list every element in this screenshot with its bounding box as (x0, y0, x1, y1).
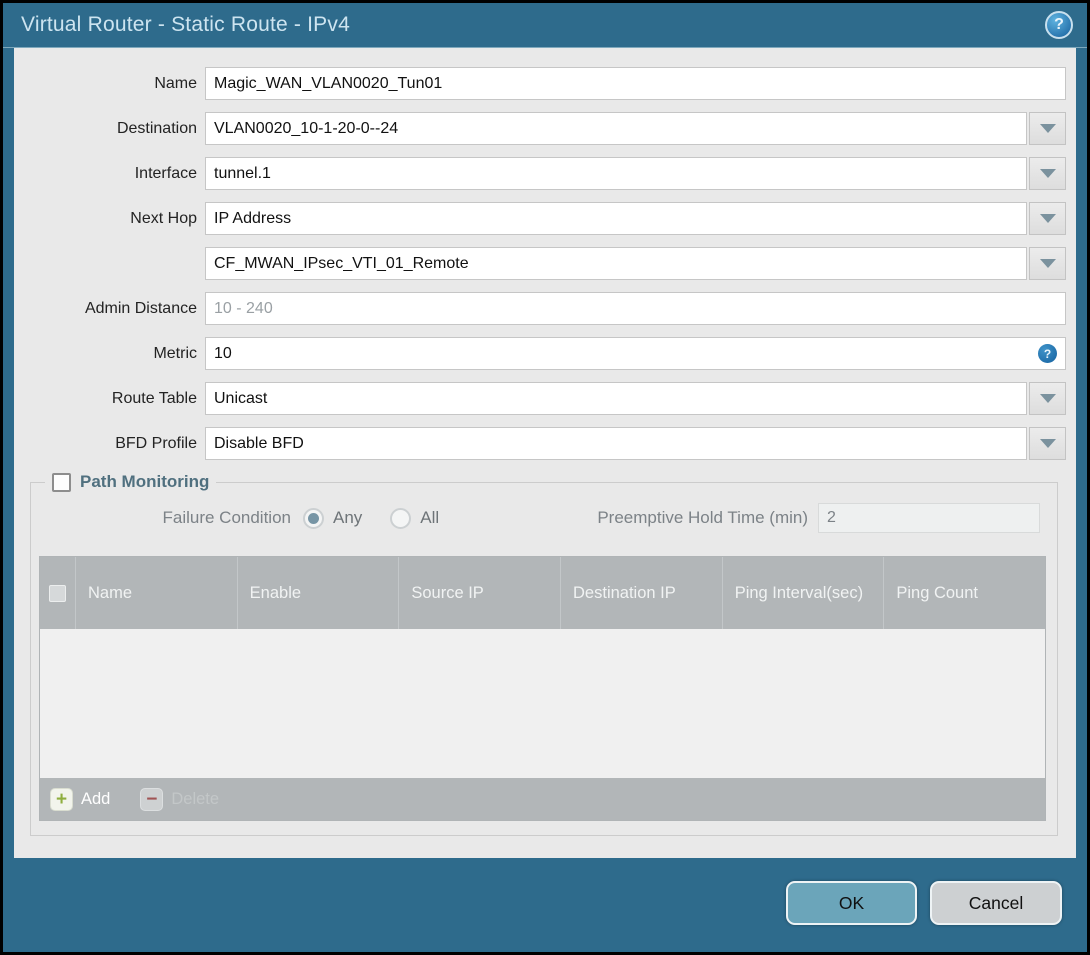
minus-icon: − (140, 787, 164, 811)
column-header-destination-ip: Destination IP (560, 557, 722, 629)
path-monitoring-checkbox[interactable] (52, 472, 71, 492)
next-hop-type-input[interactable] (205, 202, 1027, 235)
route-table-label: Route Table (111, 389, 197, 407)
dialog-title: Virtual Router - Static Route - IPv4 (21, 13, 350, 36)
bfd-profile-input[interactable] (205, 427, 1027, 460)
path-monitoring-section: Path Monitoring Failure Condition Any Al… (30, 472, 1058, 836)
table-footer-bar: + Add − Delete (40, 778, 1045, 820)
metric-label: Metric (153, 344, 197, 362)
route-table-field (205, 382, 1066, 415)
delete-button[interactable]: − Delete (140, 787, 220, 811)
column-header-ping-count: Ping Count (883, 557, 1045, 629)
destination-dropdown-button[interactable] (1029, 112, 1066, 145)
add-button-label: Add (81, 789, 111, 808)
cancel-button[interactable]: Cancel (930, 881, 1062, 925)
interface-dropdown-button[interactable] (1029, 157, 1066, 190)
ok-button[interactable]: OK (786, 881, 917, 925)
chevron-down-icon (1039, 259, 1056, 268)
path-monitoring-legend: Path Monitoring (45, 472, 216, 492)
form-row-next-hop-address (14, 247, 1066, 280)
path-monitoring-title: Path Monitoring (80, 472, 210, 491)
admin-distance-field (205, 292, 1066, 325)
table-body-empty (40, 629, 1045, 778)
failure-condition-row: Failure Condition Any All Preemptive Hol… (39, 502, 1046, 534)
form-row-interface: Interface (14, 157, 1066, 190)
route-table-dropdown-button[interactable] (1029, 382, 1066, 415)
path-monitoring-table: Name Enable Source IP Destination IP Pin… (39, 556, 1046, 821)
interface-input[interactable] (205, 157, 1027, 190)
failure-condition-all-option[interactable]: All (390, 507, 440, 529)
column-header-name: Name (75, 557, 237, 629)
next-hop-dropdown-button[interactable] (1029, 202, 1066, 235)
select-all-checkbox[interactable] (49, 584, 66, 602)
next-hop-address-field (205, 247, 1066, 280)
form-row-metric: Metric ? (14, 337, 1066, 370)
route-table-input[interactable] (205, 382, 1027, 415)
radio-all-label: All (420, 508, 440, 527)
screen: Virtual Router - Static Route - IPv4 ? N… (0, 0, 1090, 955)
chevron-down-icon (1039, 124, 1056, 133)
chevron-down-icon (1039, 214, 1056, 223)
radio-any[interactable] (303, 507, 324, 529)
bfd-profile-field (205, 427, 1066, 460)
failure-condition-any-option[interactable]: Any (303, 507, 363, 529)
failure-condition-label: Failure Condition (162, 508, 291, 527)
interface-label: Interface (134, 164, 197, 182)
form-row-route-table: Route Table (14, 382, 1066, 415)
table-header-checkbox-cell (40, 557, 75, 629)
metric-input[interactable] (205, 337, 1066, 370)
next-hop-address-input[interactable] (205, 247, 1027, 280)
chevron-down-icon (1039, 394, 1056, 403)
chevron-down-icon (1039, 169, 1056, 178)
bfd-profile-label: BFD Profile (115, 434, 197, 452)
name-field (205, 67, 1066, 100)
form-row-next-hop: Next Hop (14, 202, 1066, 235)
admin-distance-label: Admin Distance (84, 299, 197, 317)
form-row-name: Name (14, 67, 1066, 100)
radio-all[interactable] (390, 507, 412, 529)
form-row-destination: Destination (14, 112, 1066, 145)
dialog-footer: OK Cancel (786, 881, 1062, 925)
table-header-row: Name Enable Source IP Destination IP Pin… (40, 557, 1045, 629)
destination-label: Destination (116, 119, 197, 137)
form-row-admin-distance: Admin Distance (14, 292, 1066, 325)
next-hop-label: Next Hop (130, 209, 197, 227)
column-header-source-ip: Source IP (398, 557, 560, 629)
radio-any-label: Any (333, 508, 363, 527)
name-label: Name (154, 74, 197, 92)
metric-field: ? (205, 337, 1066, 370)
dialog-content: Name Destination Interface (14, 48, 1076, 858)
help-icon[interactable]: ? (1045, 11, 1073, 39)
next-hop-address-dropdown-button[interactable] (1029, 247, 1066, 280)
preemptive-hold-time-input[interactable] (818, 503, 1040, 533)
destination-field (205, 112, 1066, 145)
info-icon[interactable]: ? (1038, 344, 1057, 363)
chevron-down-icon (1039, 439, 1056, 448)
preemptive-hold-time-label: Preemptive Hold Time (min) (597, 508, 808, 527)
bfd-profile-dropdown-button[interactable] (1029, 427, 1066, 460)
destination-input[interactable] (205, 112, 1027, 145)
name-input[interactable] (205, 67, 1066, 100)
dialog-virtual-router-static-route: Virtual Router - Static Route - IPv4 ? N… (3, 3, 1087, 952)
admin-distance-input[interactable] (205, 292, 1066, 325)
add-button[interactable]: + Add (50, 787, 111, 811)
plus-icon: + (50, 787, 73, 811)
dialog-titlebar: Virtual Router - Static Route - IPv4 ? (3, 3, 1087, 48)
delete-button-label: Delete (171, 789, 220, 808)
form-row-bfd-profile: BFD Profile (14, 427, 1066, 460)
next-hop-field (205, 202, 1066, 235)
interface-field (205, 157, 1066, 190)
column-header-enable: Enable (236, 557, 399, 629)
column-header-ping-interval: Ping Interval(sec) (721, 557, 884, 629)
